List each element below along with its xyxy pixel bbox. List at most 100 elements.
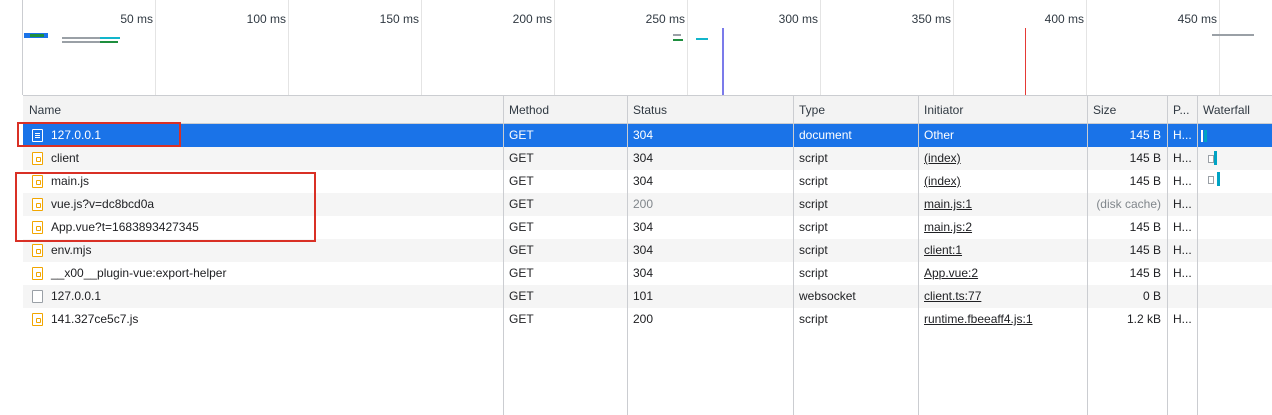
- cell-size: (disk cache): [1096, 197, 1161, 211]
- table-row[interactable]: client GET 304 script (index) 145 B H...: [23, 147, 1272, 170]
- column-divider[interactable]: [1197, 95, 1198, 415]
- column-header-size[interactable]: Size: [1087, 96, 1167, 125]
- initiator-link[interactable]: App.vue:2: [924, 266, 978, 280]
- initiator-link[interactable]: client:1: [924, 243, 962, 257]
- network-overview-timeline[interactable]: 50 ms 100 ms 150 ms 200 ms 250 ms 300 ms…: [0, 0, 1272, 95]
- cell-method: GET: [509, 174, 534, 188]
- column-header-name[interactable]: Name: [23, 96, 503, 125]
- request-name: env.mjs: [51, 243, 92, 257]
- cell-name: 127.0.0.1: [23, 285, 503, 308]
- cell-size: 145 B: [1129, 220, 1161, 234]
- waterfall-queued-bar: [1201, 130, 1203, 142]
- initiator-link[interactable]: client.ts:77: [924, 289, 981, 303]
- cell-waterfall: [1197, 216, 1272, 239]
- cell-size: 145 B: [1129, 266, 1161, 280]
- tick-label: 300 ms: [778, 12, 818, 26]
- cell-priority: H...: [1173, 220, 1192, 234]
- dom-content-loaded-marker: [722, 28, 724, 95]
- overview-request-bar: [30, 34, 44, 37]
- initiator-link[interactable]: main.js:2: [924, 220, 972, 234]
- cell-waterfall: [1197, 124, 1272, 147]
- cell-priority: H...: [1173, 174, 1192, 188]
- tick-label: 100 ms: [246, 12, 286, 26]
- request-name: 127.0.0.1: [51, 289, 102, 303]
- cell-initiator: App.vue:2: [918, 262, 1087, 285]
- overview-request-bar: [673, 34, 681, 36]
- column-divider[interactable]: [918, 95, 919, 415]
- cell-priority: H...: [1173, 243, 1192, 257]
- table-row[interactable]: env.mjs GET 304 script client:1 145 B H.…: [23, 239, 1272, 262]
- initiator-link[interactable]: (index): [924, 174, 961, 188]
- column-divider[interactable]: [503, 95, 504, 415]
- tick-line: [1086, 0, 1087, 95]
- cell-priority: H...: [1173, 151, 1192, 165]
- tick-label: 200 ms: [512, 12, 552, 26]
- script-icon: [32, 152, 43, 165]
- cell-status: 101: [633, 289, 654, 303]
- cell-initiator: main.js:2: [918, 216, 1087, 239]
- tick-label: 350 ms: [911, 12, 951, 26]
- column-header-initiator[interactable]: Initiator: [918, 96, 1087, 125]
- cell-waterfall: [1197, 308, 1272, 331]
- column-header-status[interactable]: Status: [627, 96, 793, 125]
- overview-request-bar: [1212, 34, 1254, 36]
- cell-status: 304: [633, 174, 654, 188]
- tick-line: [687, 0, 688, 95]
- tick-line: [820, 0, 821, 95]
- cell-waterfall: [1197, 193, 1272, 216]
- tick-line: [554, 0, 555, 95]
- table-row[interactable]: 141.327ce5c7.js GET 200 script runtime.f…: [23, 308, 1272, 331]
- cell-status: 304: [633, 243, 654, 257]
- waterfall-waiting-bar: [1204, 130, 1207, 142]
- tick-label: 450 ms: [1177, 12, 1217, 26]
- initiator-link[interactable]: main.js:1: [924, 197, 972, 211]
- column-header-waterfall[interactable]: Waterfall: [1197, 96, 1272, 125]
- script-icon: [32, 244, 43, 257]
- tick-label: 400 ms: [1044, 12, 1084, 26]
- cell-status: 200: [633, 197, 654, 211]
- tick-line: [1219, 0, 1220, 95]
- cell-method: GET: [509, 220, 534, 234]
- load-event-marker: [1025, 28, 1026, 95]
- cell-name: client: [23, 147, 503, 170]
- cell-type: script: [799, 174, 828, 188]
- network-request-table: Name Method Status Type Initiator Size P…: [23, 95, 1272, 415]
- cell-waterfall: [1197, 170, 1272, 193]
- column-divider[interactable]: [627, 95, 628, 415]
- request-name: client: [51, 151, 80, 165]
- tick-line: [421, 0, 422, 95]
- cell-name: __x00__plugin-vue:export-helper: [23, 262, 503, 285]
- annotation-box-scripts: [15, 172, 316, 242]
- waterfall-waiting-bar: [1214, 151, 1217, 165]
- request-name: 141.327ce5c7.js: [51, 312, 139, 326]
- column-header-priority[interactable]: P...: [1167, 96, 1197, 125]
- tick-line: [953, 0, 954, 95]
- cell-status: 304: [633, 128, 654, 142]
- cell-type: script: [799, 220, 828, 234]
- cell-method: GET: [509, 266, 534, 280]
- column-header-type[interactable]: Type: [793, 96, 918, 125]
- column-header-method[interactable]: Method: [503, 96, 627, 125]
- cell-initiator: Other: [918, 124, 1087, 147]
- cell-type: document: [799, 128, 852, 142]
- cell-name: env.mjs: [23, 239, 503, 262]
- script-icon: [32, 313, 43, 326]
- initiator-link[interactable]: (index): [924, 151, 961, 165]
- cell-size: 145 B: [1129, 151, 1161, 165]
- cell-priority: H...: [1173, 128, 1192, 142]
- overview-request-bar: [62, 41, 100, 43]
- column-divider[interactable]: [793, 95, 794, 415]
- initiator-link[interactable]: runtime.fbeeaff4.js:1: [924, 312, 1033, 326]
- column-divider[interactable]: [1167, 95, 1168, 415]
- column-divider[interactable]: [1087, 95, 1088, 415]
- cell-waterfall: [1197, 285, 1272, 308]
- cell-type: script: [799, 266, 828, 280]
- cell-priority: H...: [1173, 312, 1192, 326]
- table-row[interactable]: __x00__plugin-vue:export-helper GET 304 …: [23, 262, 1272, 285]
- table-row[interactable]: 127.0.0.1 GET 101 websocket client.ts:77…: [23, 285, 1272, 308]
- cell-method: GET: [509, 151, 534, 165]
- cell-initiator: main.js:1: [918, 193, 1087, 216]
- cell-type: script: [799, 312, 828, 326]
- table-row[interactable]: 127.0.0.1 GET 304 document Other 145 B H…: [23, 124, 1272, 147]
- cell-initiator: (index): [918, 170, 1087, 193]
